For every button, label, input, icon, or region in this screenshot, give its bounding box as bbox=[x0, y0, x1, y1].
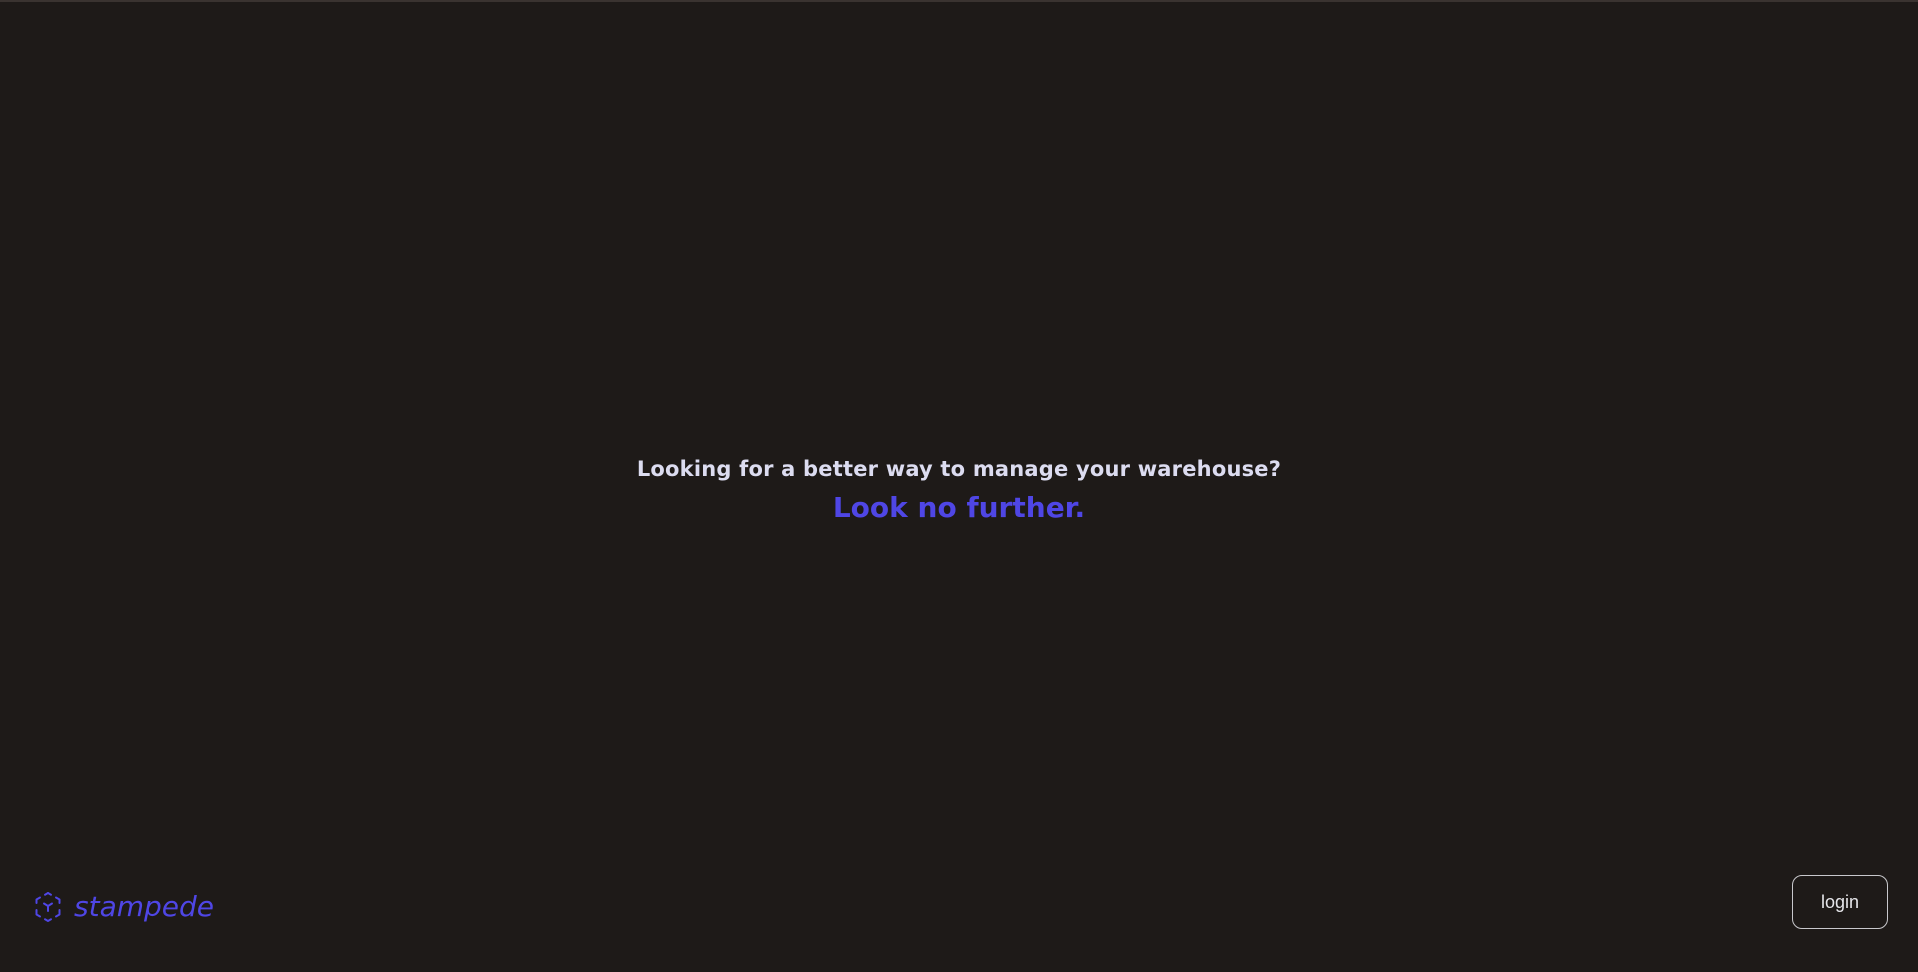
landing-page: Looking for a better way to manage your … bbox=[0, 0, 1918, 972]
brand-name: stampede bbox=[74, 890, 214, 923]
login-button[interactable]: login bbox=[1792, 875, 1888, 929]
hero-answer: Look no further. bbox=[832, 491, 1086, 524]
brand-logo: stampede bbox=[32, 890, 214, 924]
hero-section: Looking for a better way to manage your … bbox=[0, 452, 1918, 528]
hero-question: Looking for a better way to manage your … bbox=[636, 457, 1282, 481]
cube-icon bbox=[35, 892, 61, 922]
